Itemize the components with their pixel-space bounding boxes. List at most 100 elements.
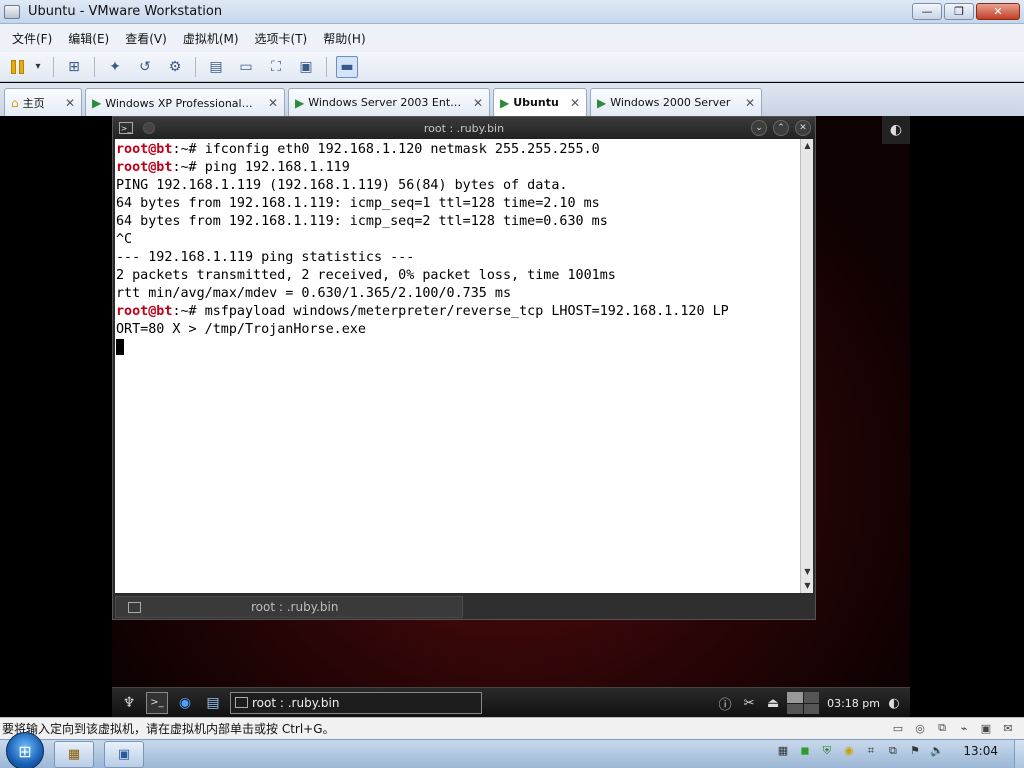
terminal-minimize-button[interactable]: ⌄ [751, 120, 767, 136]
terminal-text: ping 192.168.1.119 [204, 160, 350, 175]
taskbar-terminal-task[interactable]: root : .ruby.bin [230, 691, 482, 714]
vm-play-icon: ▶ [92, 95, 102, 110]
terminal-close-button[interactable]: ✕ [795, 120, 811, 136]
cd-rom-icon[interactable]: ◎ [912, 721, 928, 735]
window-controls: — ❐ ✕ [912, 3, 1020, 20]
menu-view[interactable]: 查看(V) [117, 30, 175, 47]
dragon-menu-icon[interactable]: ♆ [118, 692, 140, 714]
close-button[interactable]: ✕ [976, 3, 1020, 20]
dropdown-icon[interactable]: ▾ [32, 56, 44, 78]
sidebar-icon[interactable]: ▤ [205, 56, 227, 78]
tray-app-icon[interactable]: ◉ [841, 743, 856, 758]
revert-snapshot-icon[interactable]: ↺ [134, 56, 156, 78]
scroll-bottom-icon[interactable]: ▼ [801, 579, 814, 593]
action-center-icon[interactable]: ⚑ [907, 743, 922, 758]
terminal-launcher-icon[interactable]: >_ [146, 691, 168, 714]
terminal-output[interactable]: root@bt:~# ifconfig eth0 192.168.1.120 n… [115, 139, 801, 593]
terminal-maximize-button[interactable]: ⌃ [773, 120, 789, 136]
toolbar-separator [195, 56, 196, 77]
terminal-path: :~# [172, 142, 205, 157]
tray-app-icon[interactable]: ⌗ [863, 743, 878, 758]
vm-display[interactable]: ◐ >_ root : .ruby.bin ⌄ ⌃ ✕ root@bt:~# i… [0, 116, 1024, 717]
browser-icon[interactable]: ◉ [174, 692, 196, 714]
menu-tabs[interactable]: 选项卡(T) [247, 30, 316, 47]
close-tab-icon[interactable]: ✕ [570, 96, 580, 110]
shield-icon[interactable]: ⛨ [819, 743, 834, 758]
tray-app-icon[interactable]: ▦ [775, 743, 790, 758]
close-tab-icon[interactable]: ✕ [473, 96, 483, 110]
panel-clock[interactable]: 03:18 pm [827, 697, 880, 710]
unity-icon[interactable]: ▣ [295, 56, 317, 78]
display-icon[interactable]: ▣ [978, 721, 994, 735]
start-button[interactable]: ⊞ [6, 732, 44, 768]
terminal-line: root@bt:~# ping 192.168.1.119 [116, 159, 799, 177]
fullscreen-icon[interactable]: ⛶ [265, 56, 287, 78]
terminal-line: PING 192.168.1.119 (192.168.1.119) 56(84… [116, 177, 799, 195]
send-ctrl-alt-del-icon[interactable]: ⊞ [63, 56, 85, 78]
vmware-logo-icon [4, 4, 20, 19]
close-tab-icon[interactable]: ✕ [65, 96, 75, 110]
vm-play-icon: ▶ [500, 95, 510, 110]
menu-help[interactable]: 帮助(H) [315, 30, 373, 47]
file-manager-icon[interactable]: ▤ [202, 692, 224, 714]
menu-vm[interactable]: 虚拟机(M) [175, 30, 247, 47]
terminal-tab[interactable]: root : .ruby.bin [115, 596, 463, 618]
terminal-line: 64 bytes from 192.168.1.119: icmp_seq=2 … [116, 213, 799, 231]
toolbar: ▾ ⊞ ✦ ↺ ⚙ ▤ ▭ ⛶ ▣ ▬ [0, 52, 1024, 82]
system-tray: ▦ ◼ ⛨ ◉ ⌗ ⧉ ⚑ 🔈 13:04 [775, 743, 1016, 758]
power-icon[interactable]: ◐ [884, 693, 904, 713]
info-icon[interactable]: ⓘ [715, 693, 735, 713]
vmware-taskbar-button[interactable]: ▣ [104, 740, 144, 768]
terminal-text: ifconfig eth0 192.168.1.120 netmask 255.… [204, 142, 600, 157]
power-icon[interactable]: ◐ [882, 116, 910, 144]
minimize-button[interactable]: — [912, 3, 942, 20]
pause-icon[interactable] [6, 56, 28, 78]
message-icon[interactable]: ✉ [1000, 721, 1016, 735]
maximize-button[interactable]: ❐ [944, 3, 974, 20]
usb-icon[interactable]: ⌁ [956, 721, 972, 735]
menu-file[interactable]: 文件(F) [4, 30, 60, 47]
network-icon[interactable]: ⧉ [885, 743, 900, 758]
terminal-scrollbar[interactable]: ▲ ▼ ▼ [800, 139, 813, 593]
tab-ubuntu[interactable]: ▶ Ubuntu ✕ [493, 88, 587, 116]
terminal-line: 64 bytes from 192.168.1.119: icmp_seq=1 … [116, 195, 799, 213]
explorer-taskbar-button[interactable]: ▦ [54, 740, 94, 768]
hard-disk-icon[interactable]: ▭ [890, 721, 906, 735]
terminal-line: root@bt:~# msfpayload windows/meterprete… [116, 303, 799, 321]
tray-app-icon[interactable]: ◼ [797, 743, 812, 758]
console-view-icon[interactable]: ▭ [235, 56, 257, 78]
scroll-down-icon[interactable]: ▼ [801, 565, 814, 579]
scissors-icon[interactable]: ✂ [739, 693, 759, 713]
terminal-titlebar[interactable]: >_ root : .ruby.bin ⌄ ⌃ ✕ [113, 117, 815, 139]
workspace-switcher[interactable] [787, 692, 820, 714]
tab-windows-2000[interactable]: ▶ Windows 2000 Server ✕ [590, 88, 762, 116]
toolbar-separator [53, 56, 54, 77]
console-only-icon[interactable]: ▬ [336, 55, 358, 78]
show-desktop-button[interactable] [1014, 740, 1024, 768]
network-icon[interactable]: ⧉ [934, 721, 950, 735]
terminal-text: 2 packets transmitted, 2 received, 0% pa… [116, 268, 616, 283]
vm-tab-bar: ⌂ 主页 ✕ ▶ Windows XP Professional（Te… ✕ ▶… [0, 83, 1024, 116]
tab-home[interactable]: ⌂ 主页 ✕ [4, 88, 82, 116]
snapshot-icon[interactable]: ✦ [104, 56, 126, 78]
menu-edit[interactable]: 编辑(E) [60, 30, 117, 47]
home-icon: ⌂ [11, 95, 19, 110]
terminal-cursor [116, 339, 124, 355]
vmware-titlebar: Ubuntu - VMware Workstation — ❐ ✕ [0, 0, 1024, 24]
terminal-text: 64 bytes from 192.168.1.119: icmp_seq=2 … [116, 214, 608, 229]
system-clock[interactable]: 13:04 [963, 744, 998, 758]
terminal-line: ORT=80 X > /tmp/TrojanHorse.exe [116, 321, 799, 339]
scroll-up-icon[interactable]: ▲ [801, 139, 814, 153]
tab-windows-server-2003[interactable]: ▶ Windows Server 2003 Enterpr… ✕ [288, 88, 490, 116]
terminal-window[interactable]: >_ root : .ruby.bin ⌄ ⌃ ✕ root@bt:~# ifc… [112, 116, 816, 620]
volume-icon[interactable]: 🔈 [929, 743, 944, 758]
ubuntu-desktop[interactable]: ◐ >_ root : .ruby.bin ⌄ ⌃ ✕ root@bt:~# i… [112, 116, 910, 717]
terminal-text: msfpayload windows/meterpreter/reverse_t… [204, 304, 729, 319]
snapshot-manager-icon[interactable]: ⚙ [164, 56, 186, 78]
close-tab-icon[interactable]: ✕ [745, 96, 755, 110]
close-tab-icon[interactable]: ✕ [268, 96, 278, 110]
terminal-text: PING 192.168.1.119 (192.168.1.119) 56(84… [116, 178, 568, 193]
eject-icon[interactable]: ⏏ [763, 693, 783, 713]
device-status-icons: ▭ ◎ ⧉ ⌁ ▣ ✉ [890, 721, 1016, 735]
tab-windows-xp[interactable]: ▶ Windows XP Professional（Te… ✕ [85, 88, 285, 116]
